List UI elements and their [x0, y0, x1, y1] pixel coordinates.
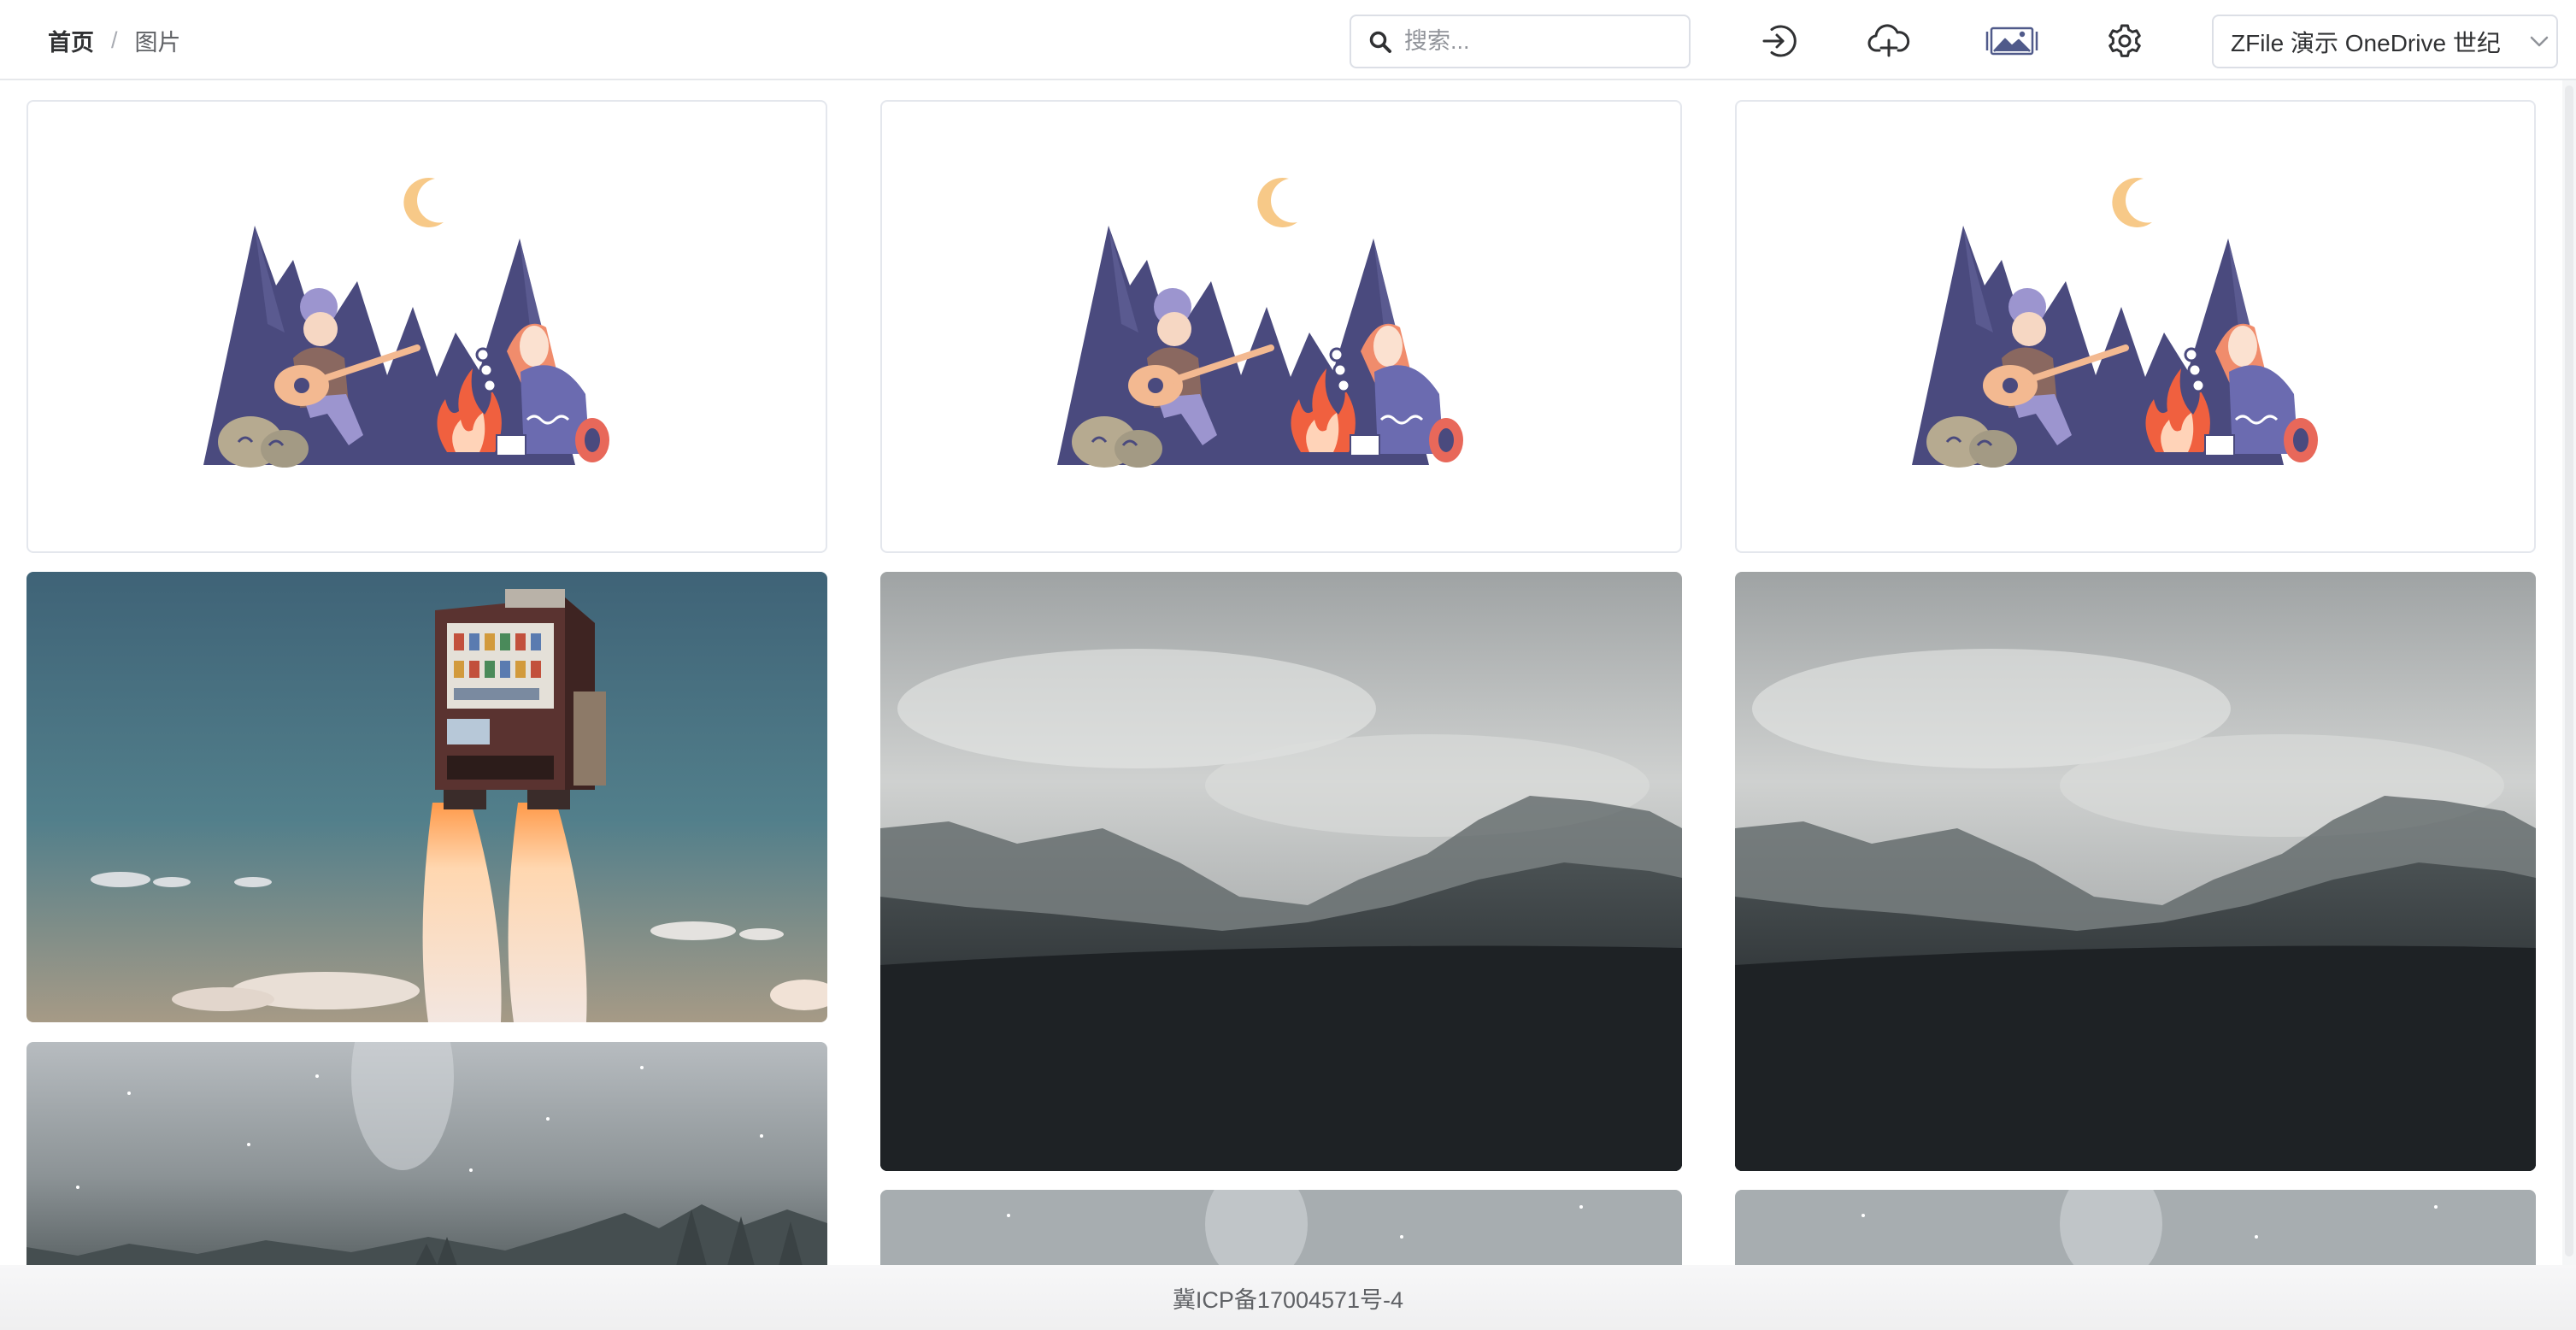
icp-link[interactable]: 冀ICP备17004571号-4 [1173, 1281, 1403, 1315]
footer: 冀ICP备17004571号-4 [0, 1265, 2576, 1330]
misty-forest-photo [880, 572, 1682, 1171]
image-card[interactable] [880, 1190, 1682, 1265]
scrollbar-thumb[interactable] [2565, 85, 2573, 1256]
image-card[interactable] [880, 100, 1682, 553]
snowy-forest-photo [26, 1042, 827, 1265]
image-card[interactable] [26, 100, 827, 553]
campfire-illustration [882, 102, 1680, 551]
image-card[interactable] [1735, 1190, 2536, 1265]
gallery-mode-icon[interactable] [1985, 17, 2039, 65]
chevron-down-icon [2522, 36, 2556, 48]
image-card[interactable] [1735, 100, 2536, 553]
breadcrumb-current[interactable]: 图片 [135, 24, 181, 57]
search-icon [1368, 30, 1392, 58]
top-header: 首页 / 图片 ZFile 演示 OneDrive 世纪 [0, 0, 2576, 80]
breadcrumb: 首页 / 图片 [48, 24, 181, 57]
breadcrumb-home[interactable]: 首页 [48, 24, 94, 57]
snowy-forest-photo [1735, 1190, 2536, 1265]
image-card[interactable] [880, 572, 1682, 1171]
storage-select-value: ZFile 演示 OneDrive 世纪 [2231, 29, 2501, 56]
vending-machine-rocket-photo [26, 572, 827, 1022]
campfire-illustration [28, 102, 826, 551]
upload-cloud-icon[interactable] [1865, 17, 1913, 65]
storage-select[interactable]: ZFile 演示 OneDrive 世纪 [2212, 15, 2558, 68]
image-card[interactable] [1735, 572, 2536, 1171]
vertical-scrollbar[interactable] [2562, 80, 2576, 1265]
snowy-forest-photo [880, 1190, 1682, 1265]
image-card[interactable] [26, 572, 827, 1022]
login-icon[interactable] [1756, 17, 1803, 65]
image-gallery [0, 80, 2576, 1265]
search-box[interactable] [1350, 15, 1691, 68]
search-input[interactable] [1404, 16, 1678, 67]
image-card[interactable] [26, 1042, 827, 1265]
misty-forest-photo [1735, 572, 2536, 1171]
campfire-illustration [1737, 102, 2534, 551]
settings-gear-icon[interactable] [2101, 17, 2149, 65]
breadcrumb-separator: / [111, 27, 118, 53]
